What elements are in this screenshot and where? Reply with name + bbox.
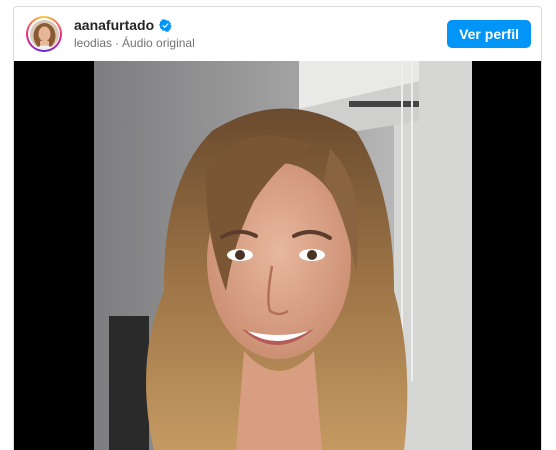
instagram-embed: aanafurtado leodias · Áudio original Ver p… <box>13 6 542 450</box>
video-player[interactable] <box>14 61 541 450</box>
audio-line: leodias · Áudio original <box>74 35 447 51</box>
audio-link[interactable]: Áudio original <box>122 36 195 50</box>
avatar-frame <box>28 18 60 50</box>
video-frame <box>94 61 472 450</box>
verified-badge-icon <box>159 19 172 32</box>
username-row: aanafurtado <box>74 17 447 34</box>
post-header: aanafurtado leodias · Áudio original Ver p… <box>14 7 541 61</box>
video-still <box>94 61 472 450</box>
music-owner-link[interactable]: leodias <box>74 36 112 50</box>
view-profile-button[interactable]: Ver perfil <box>447 20 531 48</box>
avatar-image <box>29 19 59 49</box>
separator: · <box>115 36 120 50</box>
avatar[interactable] <box>26 16 62 52</box>
post-meta: aanafurtado leodias · Áudio original <box>74 17 447 51</box>
username-link[interactable]: aanafurtado <box>74 17 154 34</box>
